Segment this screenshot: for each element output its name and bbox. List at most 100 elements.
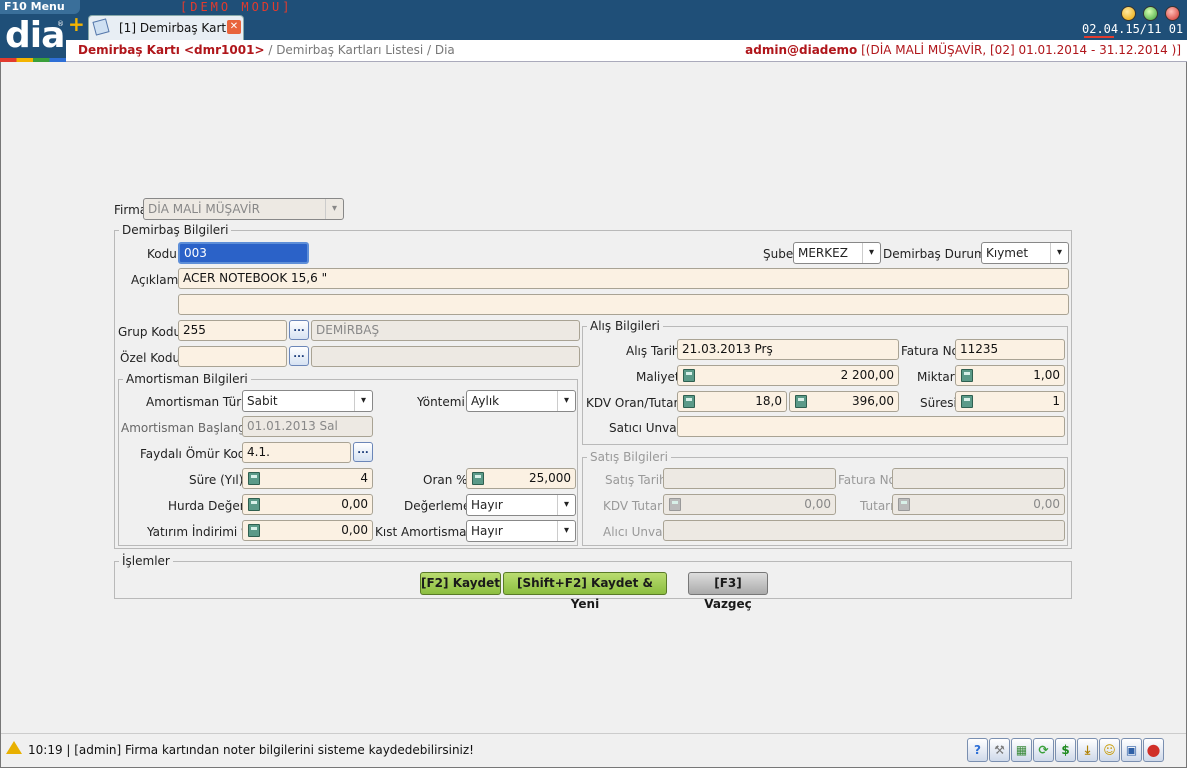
kdv-label: KDV Oran/Tutarı <box>586 396 682 410</box>
kodu-label: Kodu <box>147 247 177 261</box>
calculator-icon[interactable] <box>248 472 260 485</box>
durum-select[interactable]: Kıymet ▾ <box>981 242 1069 264</box>
close-tab-icon[interactable]: ✕ <box>227 20 241 34</box>
save-button[interactable]: [F2] Kaydet <box>420 572 501 595</box>
kdv-oran-value: 18,0 <box>755 394 782 408</box>
calculator-icon[interactable] <box>683 395 695 408</box>
cancel-button[interactable]: [F3] Vazgeç <box>688 572 768 611</box>
calculator-icon <box>669 498 681 511</box>
satis-kdv-label: KDV Tutarı <box>603 499 666 513</box>
maliyet-input[interactable]: 2 200,00 <box>677 365 899 386</box>
omur-lookup-button[interactable]: ... <box>353 442 373 462</box>
satis-fatura-input <box>892 468 1065 489</box>
maximize-window-button[interactable] <box>1143 6 1158 21</box>
degerleme-select[interactable]: Hayır ▾ <box>466 494 576 516</box>
sube-select[interactable]: MERKEZ ▾ <box>793 242 881 264</box>
sure-input[interactable]: 4 <box>242 468 373 489</box>
chevron-down-icon: ▾ <box>862 243 880 263</box>
refresh-icon[interactable]: ⟳ <box>1033 738 1054 762</box>
calculator-icon[interactable] <box>683 369 695 382</box>
oran-input[interactable]: 25,000 <box>466 468 576 489</box>
aciklama-input[interactable]: ACER NOTEBOOK 15,6 " <box>178 268 1069 289</box>
alis-tarihi-input[interactable]: 21.03.2013 Prş <box>677 339 899 360</box>
chevron-down-icon: ▾ <box>557 521 575 541</box>
suresi-input[interactable]: 1 <box>955 391 1065 412</box>
kist-select[interactable]: Hayır ▾ <box>466 520 576 542</box>
calculator-icon[interactable] <box>961 369 973 382</box>
baslangic-label: Amortisman Başlangıcı <box>121 421 259 435</box>
grup-kodu-label: Grup Kodu <box>118 325 182 339</box>
session-context: [(DİA MALİ MÜŞAVİR, [02] 01.01.2014 - 31… <box>857 43 1181 57</box>
breadcrumb-current[interactable]: Demirbaş Kartı <dmr1001> <box>78 43 265 57</box>
firma-select[interactable]: DİA MALİ MÜŞAVİR ▾ <box>143 198 344 220</box>
kdv-oran-input[interactable]: 18,0 <box>677 391 787 412</box>
demo-mode-banner: [DEMO MODU] <box>180 0 293 14</box>
miktar-value: 1,00 <box>1033 368 1060 382</box>
calculator-icon[interactable] <box>961 395 973 408</box>
chevron-down-icon: ▾ <box>354 391 372 411</box>
chevron-down-icon: ▾ <box>557 391 575 411</box>
omur-input[interactable]: 4.1. <box>242 442 351 463</box>
durum-value: Kıymet <box>986 246 1029 260</box>
satis-tarihi-label: Satış Tarihi <box>605 473 670 487</box>
help-icon[interactable]: ? <box>967 738 988 762</box>
yatirim-label: Yatırım İndirimi % <box>147 525 253 539</box>
calculator-icon[interactable] <box>248 498 260 511</box>
calculator-icon[interactable] <box>248 524 260 537</box>
satis-tutar-label: Tutarı <box>860 499 894 513</box>
calculator-icon[interactable]: ▦ <box>1011 738 1032 762</box>
tab-label: [1] Demirbaş Kartı <box>119 21 230 35</box>
grup-kodu-lookup-button[interactable]: ... <box>289 320 309 340</box>
ozel-kodu-label: Özel Kodu <box>120 351 181 365</box>
oran-value: 25,000 <box>529 471 571 485</box>
grup-kodu-desc: DEMİRBAŞ <box>311 320 580 341</box>
close-window-button[interactable] <box>1165 6 1180 21</box>
session-info: admin@diademo [(DİA MALİ MÜŞAVİR, [02] 0… <box>745 43 1181 57</box>
kodu-input[interactable]: 003 <box>178 242 309 264</box>
breadcrumb-rest[interactable]: / Demirbaş Kartları Listesi / Dia <box>265 43 454 57</box>
satici-input[interactable] <box>677 416 1065 437</box>
satis-tarihi-input <box>663 468 836 489</box>
grup-kodu-input[interactable]: 255 <box>178 320 287 341</box>
demirbas-bilgileri-title: Demirbaş Bilgileri <box>119 223 232 237</box>
fatura-no-label: Fatura No <box>901 344 959 358</box>
wrench-icon[interactable]: ⚒ <box>989 738 1010 762</box>
dia-logo: dia ® <box>0 14 66 62</box>
satici-label: Satıcı Unvan <box>609 421 685 435</box>
degerleme-value: Hayır <box>471 498 503 512</box>
kdv-tutar-input[interactable]: 396,00 <box>789 391 899 412</box>
lock-icon[interactable]: ▣ <box>1121 738 1142 762</box>
hurda-input[interactable]: 0,00 <box>242 494 373 515</box>
calculator-icon[interactable] <box>795 395 807 408</box>
alici-label: Alıcı Unvan <box>603 525 671 539</box>
maliyet-label: Maliyeti <box>636 370 683 384</box>
miktar-input[interactable]: 1,00 <box>955 365 1065 386</box>
calculator-icon[interactable] <box>472 472 484 485</box>
save-new-button[interactable]: [Shift+F2] Kaydet & Yeni <box>503 572 667 611</box>
breadcrumb: Demirbaş Kartı <dmr1001> / Demirbaş Kart… <box>78 43 455 57</box>
oran-label: Oran % <box>423 473 468 487</box>
logo-stripe <box>0 58 66 62</box>
firma-value: DİA MALİ MÜŞAVİR <box>148 202 260 216</box>
yontem-select[interactable]: Aylık ▾ <box>466 390 576 412</box>
smiley-icon[interactable]: ☺ <box>1099 738 1120 762</box>
kist-value: Hayır <box>471 524 503 538</box>
stop-icon[interactable]: ● <box>1143 738 1164 762</box>
yatirim-input[interactable]: 0,00 <box>242 520 373 541</box>
amortisman-turu-select[interactable]: Sabit ▾ <box>242 390 373 412</box>
ozel-kodu-desc <box>311 346 580 367</box>
tab-demirbas-karti[interactable]: [1] Demirbaş Kartı ✕ <box>88 15 244 40</box>
calculator-icon <box>898 498 910 511</box>
download-icon[interactable]: ⤓ <box>1077 738 1098 762</box>
new-tab-plus-icon[interactable]: + <box>68 14 85 34</box>
fatura-no-input[interactable]: 11235 <box>955 339 1065 360</box>
amortisman-turu-label: Amortisman Türü <box>146 395 249 409</box>
minimize-window-button[interactable] <box>1121 6 1136 21</box>
currency-icon[interactable]: $ <box>1055 738 1076 762</box>
ozel-kodu-input[interactable] <box>178 346 287 367</box>
hurda-label: Hurda Değeri <box>168 499 249 513</box>
ozel-kodu-lookup-button[interactable]: ... <box>289 346 309 366</box>
aciklama2-input[interactable] <box>178 294 1069 315</box>
warning-icon <box>6 741 22 754</box>
chevron-down-icon: ▾ <box>557 495 575 515</box>
